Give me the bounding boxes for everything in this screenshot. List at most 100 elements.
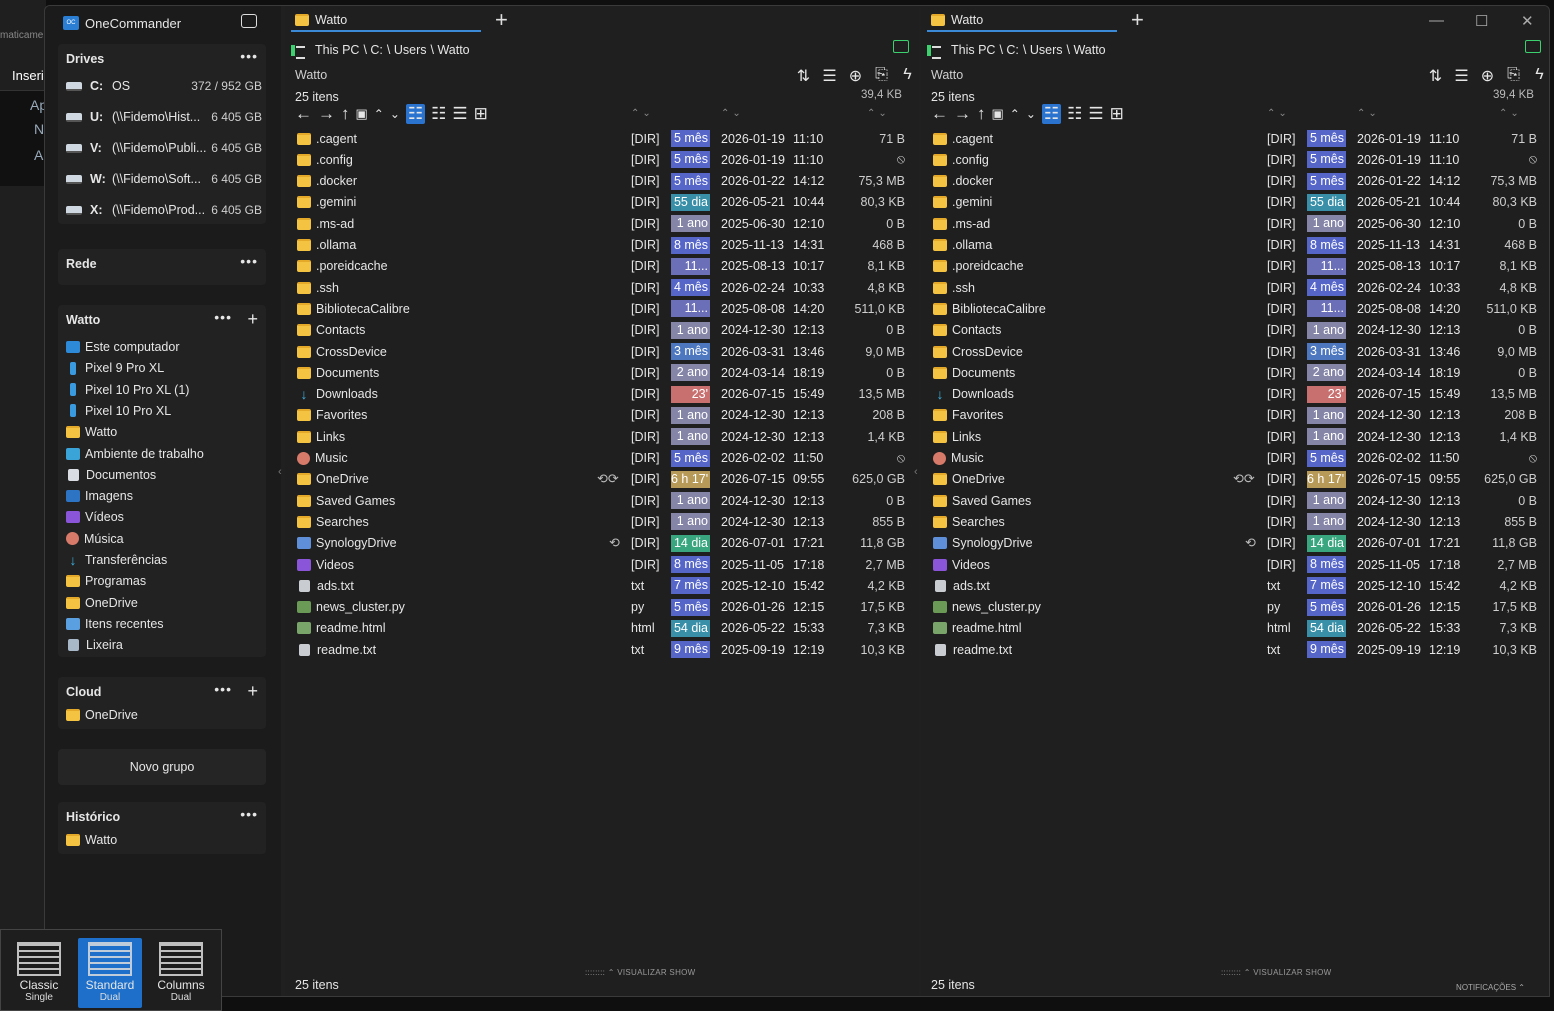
file-row[interactable]: ↓ Downloads [DIR] 23' 2026-07-15 15:49 13… [921, 384, 1549, 405]
sidebar-splitter[interactable]: ‹ [278, 466, 282, 478]
breadcrumb-item[interactable]: \ Watto [1067, 43, 1106, 57]
history-item-watto[interactable]: Watto [66, 830, 117, 850]
file-row[interactable]: Contacts [DIR] 1 ano 2024-12-30 12:13 0 … [285, 320, 919, 341]
file-row[interactable]: readme.html html 54 dia 2026-05-22 15:33… [285, 618, 919, 639]
favorite-item[interactable]: Ambiente de trabalho [66, 444, 204, 464]
favorite-item[interactable]: Imagens [66, 486, 133, 506]
new-window-icon[interactable] [241, 14, 257, 28]
file-row[interactable]: CrossDevice [DIR] 3 mês 2026-03-31 13:46… [285, 341, 919, 362]
file-row[interactable]: Documents [DIR] 2 ano 2024-03-14 18:19 0… [285, 362, 919, 383]
layout-columns-button[interactable]: Columns Dual [149, 938, 213, 1008]
list-view-icon[interactable]: ☰ [452, 104, 467, 124]
file-row[interactable]: .cagent [DIR] 5 mês 2026-01-19 11:10 71 … [285, 128, 919, 149]
grid-view-icon[interactable]: ⊞ [1110, 104, 1124, 124]
layout-standard-button[interactable]: Standard Dual [78, 938, 142, 1008]
file-row[interactable]: Saved Games [DIR] 1 ano 2024-12-30 12:13… [285, 490, 919, 511]
sort-arrows-date[interactable]: ⌃⌄ [721, 108, 744, 119]
clipboard-icon[interactable]: ⎘ [873, 66, 890, 86]
favorite-item[interactable]: Itens recentes [66, 614, 164, 634]
file-row[interactable]: Videos [DIR] 8 mês 2025-11-05 17:18 2,7 … [921, 554, 1549, 575]
file-row[interactable]: .poreidcache [DIR] 11... 2025-08-13 10:1… [285, 256, 919, 277]
file-row[interactable]: OneDrive ⟲⟳ [DIR] 6 h 17' 2026-07-15 09:… [921, 469, 1549, 490]
file-row[interactable]: readme.txt txt 9 mês 2025-09-19 12:19 10… [285, 639, 919, 660]
sort-arrows-ext[interactable]: ⌃⌄ [1267, 108, 1290, 119]
file-row[interactable]: .cagent [DIR] 5 mês 2026-01-19 11:10 71 … [921, 128, 1549, 149]
notifications-toggle[interactable]: NOTIFICAÇÕES ⌃ [1456, 983, 1525, 992]
file-row[interactable]: Music [DIR] 5 mês 2026-02-02 11:50 ⦸ [921, 448, 1549, 469]
breadcrumb-item[interactable]: \ Watto [431, 43, 470, 57]
drive-item[interactable]: X: (\\Fidemo\Prod... 6 405 GB [66, 200, 262, 220]
favorite-item[interactable]: Pixel 9 Pro XL [66, 358, 164, 378]
favorite-item[interactable]: Lixeira [66, 635, 123, 655]
breadcrumb-item[interactable]: This PC [951, 43, 995, 57]
forward-arrow-icon[interactable]: → [954, 104, 971, 124]
drives-more-button[interactable]: ••• [240, 48, 258, 64]
favorite-item[interactable]: OneDrive [66, 593, 138, 613]
file-row[interactable]: OneDrive ⟲⟳ [DIR] 6 h 17' 2026-07-15 09:… [285, 469, 919, 490]
file-row[interactable]: .poreidcache [DIR] 11... 2025-08-13 10:1… [921, 256, 1549, 277]
file-row[interactable]: Music [DIR] 5 mês 2026-02-02 11:50 ⦸ [285, 448, 919, 469]
drive-item[interactable]: W: (\\Fidemo\Soft... 6 405 GB [66, 169, 262, 189]
visualizar-show-toggle[interactable]: :::::::: ⌃ VISUALIZAR SHOW [1221, 968, 1332, 977]
file-row[interactable]: CrossDevice [DIR] 3 mês 2026-03-31 13:46… [921, 341, 1549, 362]
file-row[interactable]: BibliotecaCalibre [DIR] 11... 2025-08-08… [921, 298, 1549, 319]
file-row[interactable]: ↓ Downloads [DIR] 23' 2026-07-15 15:49 13… [285, 384, 919, 405]
sort-arrows-size[interactable]: ⌃⌄ [1499, 108, 1522, 119]
file-row[interactable]: .ms-ad [DIR] 1 ano 2025-06-30 12:10 0 B [285, 213, 919, 234]
favorites-add-button[interactable]: + [247, 309, 258, 330]
cloud-item-onedrive[interactable]: OneDrive [66, 705, 138, 725]
file-row[interactable]: .config [DIR] 5 mês 2026-01-19 11:10 ⦸ [921, 149, 1549, 170]
menu-icon[interactable] [291, 44, 305, 59]
visualizar-show-toggle[interactable]: :::::::: ⌃ VISUALIZAR SHOW [585, 968, 696, 977]
tab-watto[interactable]: Watto [927, 10, 1117, 32]
panel-layout-icon[interactable] [893, 40, 909, 53]
tiles-view-icon[interactable]: ☷ [431, 104, 446, 124]
file-row[interactable]: news_cluster.py py 5 mês 2026-01-26 12:1… [285, 597, 919, 618]
file-row[interactable]: readme.txt txt 9 mês 2025-09-19 12:19 10… [921, 639, 1549, 660]
favorite-item[interactable]: Pixel 10 Pro XL [66, 401, 171, 421]
file-row[interactable]: readme.html html 54 dia 2026-05-22 15:33… [921, 618, 1549, 639]
file-row[interactable]: ads.txt txt 7 mês 2025-12-10 15:42 4,2 K… [285, 575, 919, 596]
favorite-item[interactable]: Vídeos [66, 507, 124, 527]
chevron-up-icon[interactable]: ⌃ [1010, 107, 1020, 121]
file-row[interactable]: Links [DIR] 1 ano 2024-12-30 12:13 1,4 K… [285, 426, 919, 447]
grid-view-icon[interactable]: ⊞ [474, 104, 488, 124]
calendar-icon[interactable]: ▣ [992, 106, 1004, 122]
sort-arrows-ext[interactable]: ⌃⌄ [631, 108, 654, 119]
rede-more-button[interactable]: ••• [240, 253, 258, 269]
list-filter-icon[interactable]: ☰ [1453, 66, 1470, 86]
file-row[interactable]: .docker [DIR] 5 mês 2026-01-22 14:12 75,… [285, 171, 919, 192]
back-arrow-icon[interactable]: ← [295, 104, 312, 124]
favorite-item[interactable]: Música [66, 529, 124, 549]
file-row[interactable]: .ssh [DIR] 4 mês 2026-02-24 10:33 4,8 KB [285, 277, 919, 298]
file-row[interactable]: .docker [DIR] 5 mês 2026-01-22 14:12 75,… [921, 171, 1549, 192]
file-row[interactable]: .gemini [DIR] 55 dia 2026-05-21 10:44 80… [285, 192, 919, 213]
up-arrow-icon[interactable]: ↑ [977, 104, 986, 124]
layout-classic-button[interactable]: Classic Single [7, 938, 71, 1008]
favorite-item[interactable]: Pixel 10 Pro XL (1) [66, 380, 189, 400]
file-row[interactable]: .config [DIR] 5 mês 2026-01-19 11:10 ⦸ [285, 149, 919, 170]
lightning-icon[interactable]: ϟ [1531, 66, 1548, 86]
favorite-item[interactable]: Watto [66, 422, 117, 442]
minimize-button[interactable]: — [1429, 12, 1444, 29]
new-tab-button[interactable]: + [495, 9, 508, 31]
drive-item[interactable]: U: (\\Fidemo\Hist... 6 405 GB [66, 107, 262, 127]
panel-layout-icon[interactable] [1525, 40, 1541, 53]
tiles-view-icon[interactable]: ☷ [1067, 104, 1082, 124]
file-row[interactable]: Saved Games [DIR] 1 ano 2024-12-30 12:13… [921, 490, 1549, 511]
favorite-item[interactable]: ↓ Transferências [66, 550, 168, 570]
file-row[interactable]: news_cluster.py py 5 mês 2026-01-26 12:1… [921, 597, 1549, 618]
sort-arrows-date[interactable]: ⌃⌄ [1357, 108, 1380, 119]
breadcrumb-item[interactable]: \ Users [387, 43, 427, 57]
add-icon[interactable]: ⊕ [1479, 66, 1496, 86]
cloud-add-button[interactable]: + [247, 681, 258, 702]
file-row[interactable]: Contacts [DIR] 1 ano 2024-12-30 12:13 0 … [921, 320, 1549, 341]
details-view-icon[interactable]: ☷ [1041, 104, 1062, 124]
drive-item[interactable]: V: (\\Fidemo\Publi... 6 405 GB [66, 138, 262, 158]
add-icon[interactable]: ⊕ [847, 66, 864, 86]
sort-icon[interactable]: ⇅ [795, 66, 812, 86]
breadcrumb-item[interactable]: \ Users [1023, 43, 1063, 57]
favorite-item[interactable]: Programas [66, 571, 146, 591]
file-row[interactable]: .ollama [DIR] 8 mês 2025-11-13 14:31 468… [285, 235, 919, 256]
file-row[interactable]: .ollama [DIR] 8 mês 2025-11-13 14:31 468… [921, 235, 1549, 256]
